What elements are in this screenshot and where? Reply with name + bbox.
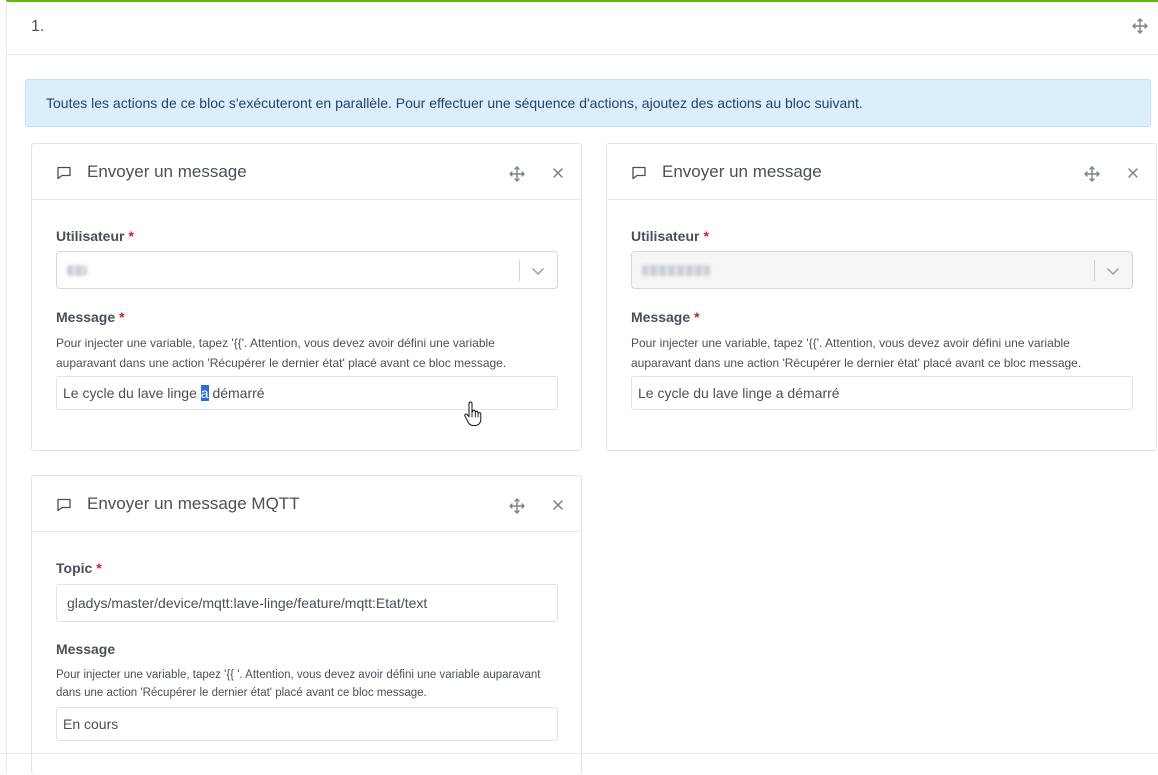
card-header: Envoyer un message MQTT [32, 476, 581, 532]
required-mark: * [96, 560, 102, 576]
card-header: Envoyer un message [32, 144, 581, 200]
chevron-down-icon[interactable] [1105, 263, 1121, 279]
message-square-icon [631, 165, 647, 181]
chevron-down-icon[interactable] [530, 263, 546, 279]
move-arrows-icon[interactable] [1084, 166, 1100, 182]
message-label-text: Message [631, 309, 691, 325]
send-message-card-1: Envoyer un message Utilisateur * Message *… [31, 143, 582, 451]
required-mark: * [128, 228, 134, 244]
variable-help-text: Pour injecter une variable, tapez '{{'. … [56, 336, 507, 370]
move-arrows-icon[interactable] [1132, 18, 1148, 34]
close-icon[interactable] [551, 166, 565, 180]
block-number: 1. [31, 18, 45, 35]
required-mark: * [119, 309, 125, 325]
required-mark: * [694, 309, 700, 325]
message-label: Message * [56, 309, 125, 325]
selected-text: a [200, 385, 209, 401]
user-select[interactable] [56, 251, 558, 289]
message-square-icon [56, 497, 72, 513]
close-icon[interactable] [551, 498, 565, 512]
parallel-info-alert: Toutes les actions de ce bloc s'exécuter… [25, 79, 1151, 127]
block-header: 1. [7, 2, 1158, 55]
message-square-icon [56, 165, 72, 181]
send-message-card-2: Envoyer un message Utilisateur * Message *… [606, 143, 1157, 451]
hand-pointer-icon [462, 401, 484, 427]
topic-input[interactable]: gladys/master/device/mqtt:lave-linge/fea… [56, 584, 558, 622]
send-mqtt-message-card: Envoyer un message MQTT Topic * gladys/ma… [31, 475, 582, 775]
user-label: Utilisateur * [631, 228, 709, 244]
topic-label: Topic * [56, 560, 102, 576]
user-label-text: Utilisateur [631, 228, 700, 244]
message-label: Message * [631, 309, 700, 325]
user-select[interactable] [631, 251, 1133, 289]
blurred-username [642, 265, 710, 276]
topic-label-text: Topic [56, 560, 93, 576]
bottom-divider [0, 753, 1158, 754]
message-label: Message [56, 641, 116, 657]
message-text-after: démarré [208, 385, 265, 401]
user-label: Utilisateur * [56, 228, 134, 244]
message-label-text: Message [56, 309, 116, 325]
select-separator [519, 260, 520, 281]
move-arrows-icon[interactable] [509, 166, 525, 182]
card-title: Envoyer un message MQTT [87, 494, 300, 513]
close-icon[interactable] [1126, 166, 1140, 180]
variable-help-text: Pour injecter une variable, tapez '{{'. … [631, 336, 1082, 370]
variable-help-text: Pour injecter une variable, tapez '{{ '.… [56, 669, 541, 699]
card-title: Envoyer un message [662, 162, 822, 181]
move-arrows-icon[interactable] [509, 498, 525, 514]
card-header: Envoyer un message [607, 144, 1156, 200]
select-separator [1094, 260, 1095, 281]
blurred-username [67, 265, 87, 276]
required-mark: * [703, 228, 709, 244]
message-input[interactable]: Le cycle du lave linge a démarré [631, 376, 1133, 410]
message-text-before: Le cycle du lave linge [63, 385, 201, 401]
message-input[interactable]: En cours [56, 707, 558, 741]
card-title: Envoyer un message [87, 162, 247, 181]
user-label-text: Utilisateur [56, 228, 125, 244]
